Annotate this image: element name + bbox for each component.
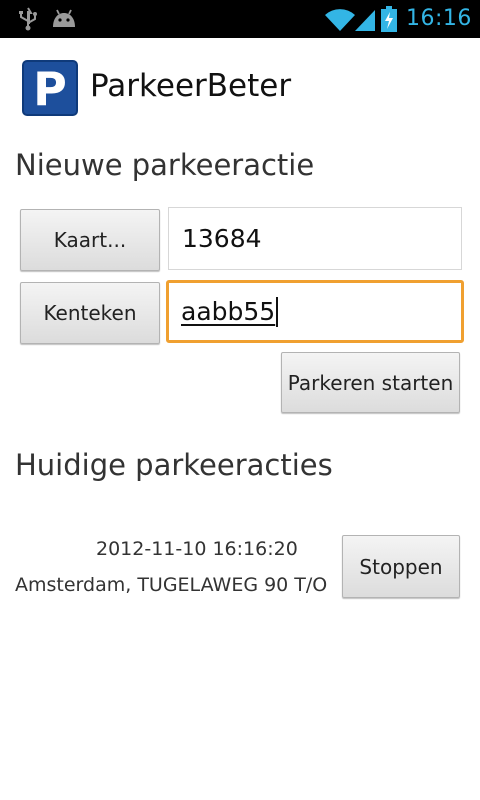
usb-icon bbox=[19, 7, 37, 31]
action-bar: P ParkeerBeter bbox=[0, 38, 480, 138]
license-plate-field[interactable]: aabb55 bbox=[166, 280, 464, 343]
stop-parking-button[interactable]: Stoppen bbox=[342, 535, 460, 598]
status-bar: 16:16 bbox=[0, 0, 480, 38]
session-start-time: 2012-11-10 16:16:20 bbox=[96, 538, 298, 560]
logo-letter: P bbox=[33, 62, 67, 116]
new-session-heading: Nieuwe parkeeractie bbox=[15, 148, 315, 182]
start-parking-button[interactable]: Parkeren starten bbox=[281, 352, 460, 413]
wifi-icon bbox=[325, 9, 355, 31]
card-number-field[interactable]: 13684 bbox=[168, 207, 462, 270]
android-icon bbox=[53, 9, 75, 27]
text-cursor bbox=[276, 296, 279, 327]
current-sessions-heading: Huidige parkeeracties bbox=[15, 448, 333, 482]
signal-icon bbox=[355, 10, 375, 31]
card-select-button[interactable]: Kaart... bbox=[20, 209, 160, 271]
parking-logo-icon[interactable]: P bbox=[22, 60, 78, 116]
license-plate-button[interactable]: Kenteken bbox=[20, 282, 160, 344]
card-number-value: 13684 bbox=[182, 224, 262, 253]
license-plate-value: aabb55 bbox=[181, 297, 276, 326]
status-time: 16:16 bbox=[406, 6, 472, 31]
session-location: Amsterdam, TUGELAWEG 90 T/O bbox=[15, 574, 328, 596]
battery-charging-icon bbox=[381, 6, 397, 32]
app-title: ParkeerBeter bbox=[90, 68, 292, 104]
